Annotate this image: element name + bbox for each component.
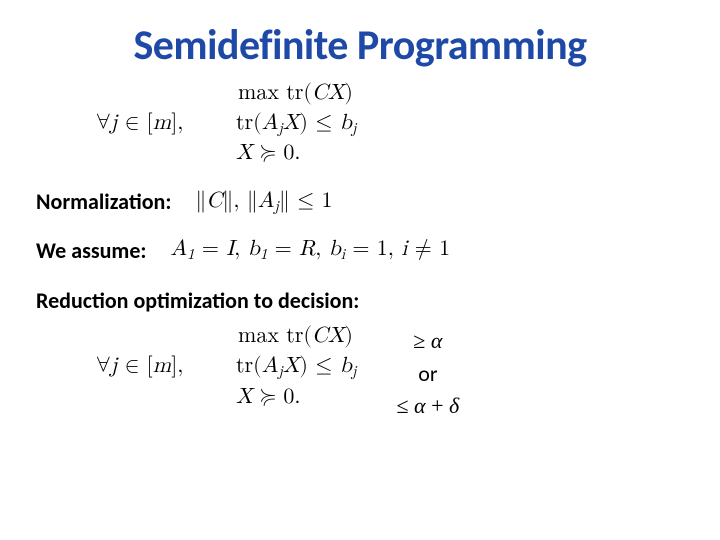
sdp-constraint-row-2: ∀j ∈ [m], tr(AjX) ≤ bj bbox=[96, 352, 356, 382]
sdp-psd-2: X ≽ 0. bbox=[236, 383, 300, 413]
decision-wrap: max tr(CX) ∀j ∈ [m], tr(AjX) ≤ bj X ≽ 0.… bbox=[36, 322, 684, 419]
sdp-objective: max tr(CX) bbox=[238, 79, 684, 109]
sdp-psd: X ≽ 0. bbox=[236, 139, 300, 169]
sdp-formulation: max tr(CX) ∀j ∈ [m], tr(AjX) ≤ bj X ≽ 0. bbox=[96, 79, 684, 169]
slide-title: Semidefinite Programming bbox=[36, 20, 684, 71]
assume-expr: A1 = I, b1 = R, bi = 1, i ≠ 1 bbox=[170, 235, 450, 265]
reduction-section: Reduction optimization to decision: max … bbox=[36, 287, 684, 419]
sdp-forall: ∀j ∈ [m], bbox=[96, 109, 216, 139]
sdp-forall-2: ∀j ∈ [m], bbox=[96, 352, 216, 382]
sdp-constraint: tr(AjX) ≤ bj bbox=[236, 109, 356, 139]
slide: Semidefinite Programming max tr(CX) ∀j ∈… bbox=[0, 0, 720, 540]
sdp-constraint-row: ∀j ∈ [m], tr(AjX) ≤ bj bbox=[96, 109, 684, 139]
reduction-label: Reduction optimization to decision: bbox=[36, 287, 684, 314]
or-text: or bbox=[396, 360, 459, 387]
alpha-block: ≥ α or ≤ α + δ bbox=[396, 328, 459, 419]
sdp-psd-row: X ≽ 0. bbox=[96, 139, 684, 169]
sdp-constraint-2: tr(AjX) ≤ bj bbox=[236, 352, 356, 382]
sdp-formulation-decision: max tr(CX) ∀j ∈ [m], tr(AjX) ≤ bj X ≽ 0. bbox=[96, 322, 356, 412]
sdp-psd-row-2: X ≽ 0. bbox=[96, 383, 356, 413]
normalization-label: Normalization: bbox=[36, 188, 171, 215]
assume-label: We assume: bbox=[36, 237, 146, 264]
alpha-upper: ≥ α bbox=[396, 328, 459, 354]
sdp-objective-2: max tr(CX) bbox=[238, 322, 356, 352]
assume-row: We assume: A1 = I, b1 = R, bi = 1, i ≠ 1 bbox=[36, 235, 684, 265]
normalization-expr: ∥C∥, ∥Aj∥ ≤ 1 bbox=[195, 187, 332, 217]
normalization-row: Normalization: ∥C∥, ∥Aj∥ ≤ 1 bbox=[36, 187, 684, 217]
alpha-lower: ≤ α + δ bbox=[396, 393, 459, 419]
